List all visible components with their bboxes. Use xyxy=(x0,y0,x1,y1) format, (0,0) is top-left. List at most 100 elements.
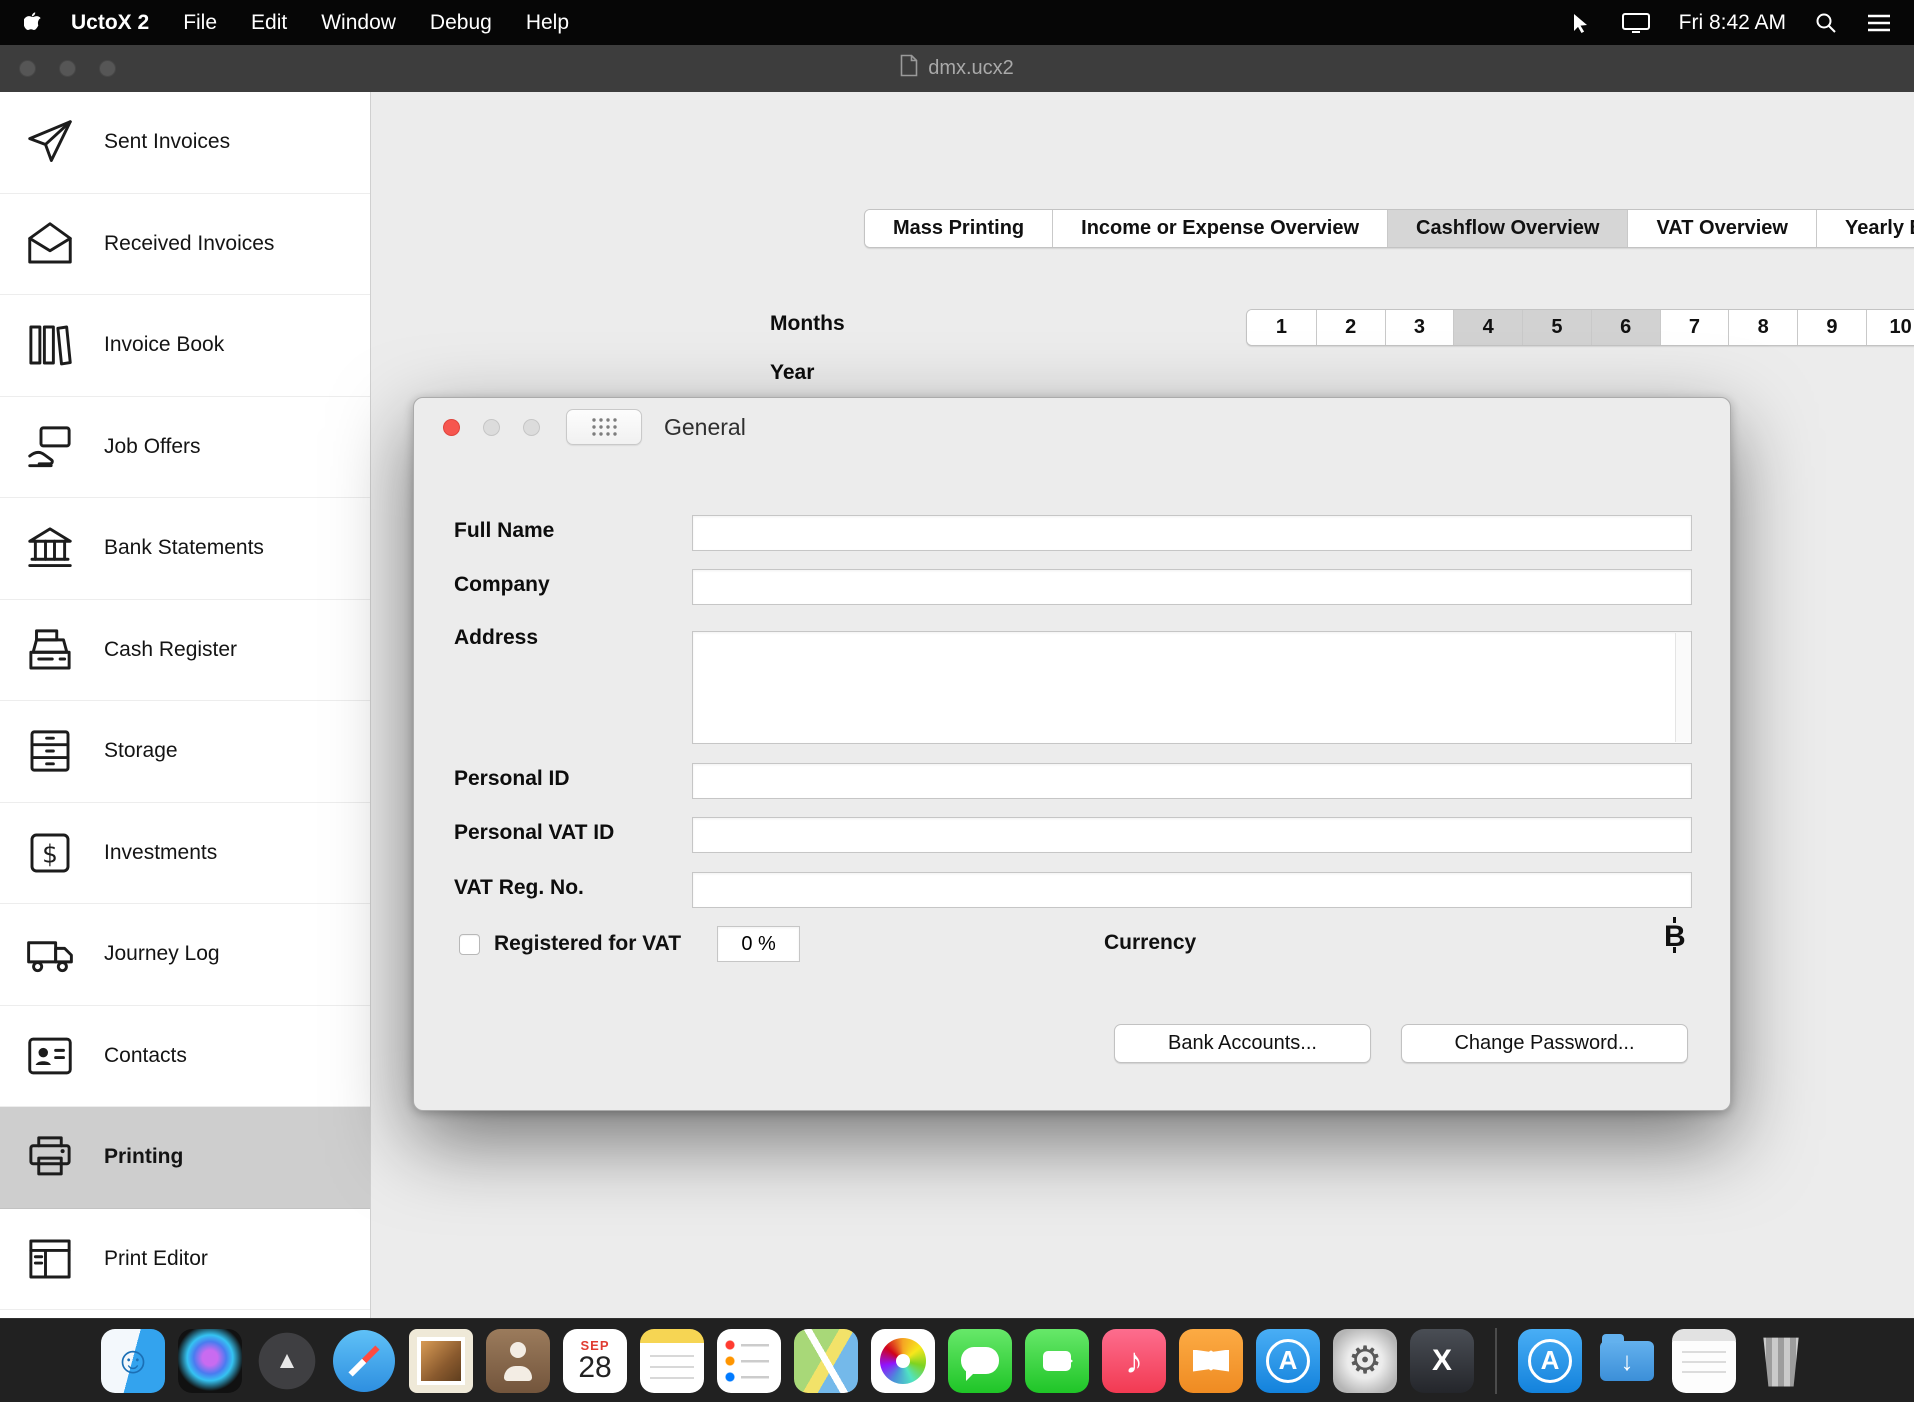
personal-id-input[interactable] xyxy=(692,763,1692,799)
xcode-icon[interactable]: X xyxy=(1410,1329,1474,1393)
downloads-folder-icon[interactable]: ↓ xyxy=(1595,1329,1659,1393)
currency-label: Currency xyxy=(1104,931,1196,955)
sidebar-item-invoice-book[interactable]: Invoice Book xyxy=(0,295,370,397)
bank-accounts-button[interactable]: Bank Accounts... xyxy=(1114,1024,1371,1063)
month-button-1[interactable]: 1 xyxy=(1247,310,1316,345)
company-input[interactable] xyxy=(692,569,1692,605)
spotlight-search-icon[interactable] xyxy=(1814,11,1838,35)
safari-icon[interactable] xyxy=(332,1329,396,1393)
books-icon xyxy=(22,317,78,373)
notes-icon[interactable] xyxy=(640,1329,704,1393)
drawers-icon xyxy=(22,723,78,779)
calendar-icon[interactable]: SEP 28 xyxy=(563,1329,627,1393)
sidebar-item-investments[interactable]: $ Investments xyxy=(0,803,370,905)
minimized-window-icon[interactable] xyxy=(1672,1329,1736,1393)
printer-icon xyxy=(22,1129,78,1185)
cash-register-icon xyxy=(22,622,78,678)
grid-toolbar-icon[interactable] xyxy=(566,409,642,445)
sidebar-item-label: Contacts xyxy=(104,1044,187,1068)
month-button-6[interactable]: 6 xyxy=(1591,310,1660,345)
personal-vat-id-input[interactable] xyxy=(692,817,1692,853)
month-button-7[interactable]: 7 xyxy=(1660,310,1729,345)
sidebar-item-journey-log[interactable]: Journey Log xyxy=(0,904,370,1006)
sidebar: Sent Invoices Received Invoices Invoice … xyxy=(0,92,371,1318)
vat-percent-input[interactable] xyxy=(717,926,800,962)
tab-cashflow-overview[interactable]: Cashflow Overview xyxy=(1387,210,1627,247)
tab-vat-overview[interactable]: VAT Overview xyxy=(1627,210,1816,247)
launchpad-icon[interactable]: ▲ xyxy=(255,1329,319,1393)
view-tabs: Mass Printing Income or Expense Overview… xyxy=(864,209,1914,248)
scrollbar[interactable] xyxy=(1675,633,1690,742)
menubar: UctoX 2 File Edit Window Debug Help Fri … xyxy=(0,0,1914,45)
menu-file[interactable]: File xyxy=(166,11,234,35)
company-label: Company xyxy=(454,573,550,597)
full-name-label: Full Name xyxy=(454,519,554,543)
vat-reg-no-input[interactable] xyxy=(692,872,1692,908)
app-store-icon[interactable]: A xyxy=(1256,1329,1320,1393)
menu-window[interactable]: Window xyxy=(304,11,413,35)
display-icon[interactable] xyxy=(1621,11,1651,35)
hand-card-icon xyxy=(22,419,78,475)
menubar-clock[interactable]: Fri 8:42 AM xyxy=(1679,11,1786,35)
month-button-5[interactable]: 5 xyxy=(1522,310,1591,345)
full-name-input[interactable] xyxy=(692,515,1692,551)
change-password-button[interactable]: Change Password... xyxy=(1401,1024,1688,1063)
dialog-title: General xyxy=(664,398,746,456)
sidebar-item-bank-statements[interactable]: Bank Statements xyxy=(0,498,370,600)
sidebar-item-storage[interactable]: Storage xyxy=(0,701,370,803)
tab-mass-printing[interactable]: Mass Printing xyxy=(865,210,1052,247)
sidebar-item-printing[interactable]: Printing xyxy=(0,1107,370,1209)
messages-icon[interactable] xyxy=(948,1329,1012,1393)
sidebar-item-received-invoices[interactable]: Received Invoices xyxy=(0,194,370,296)
month-button-2[interactable]: 2 xyxy=(1316,310,1385,345)
address-label: Address xyxy=(454,626,538,650)
trash-icon[interactable] xyxy=(1749,1329,1813,1393)
finder-icon[interactable]: ☺ xyxy=(101,1329,165,1393)
maps-icon[interactable] xyxy=(794,1329,858,1393)
facetime-icon[interactable] xyxy=(1025,1329,1089,1393)
tab-income-or-expense-overview[interactable]: Income or Expense Overview xyxy=(1052,210,1387,247)
menu-edit[interactable]: Edit xyxy=(234,11,304,35)
sidebar-item-label: Storage xyxy=(104,739,178,763)
general-settings-dialog: General Full Name Company Address Person… xyxy=(413,397,1731,1111)
reminders-icon[interactable] xyxy=(717,1329,781,1393)
tab-yearly-balancing[interactable]: Yearly Balancing xyxy=(1816,210,1914,247)
sidebar-item-label: Received Invoices xyxy=(104,232,274,256)
sidebar-item-cash-register[interactable]: Cash Register xyxy=(0,600,370,702)
music-icon[interactable]: ♪ xyxy=(1102,1329,1166,1393)
bitcoin-currency-icon[interactable]: B xyxy=(1664,920,1686,954)
photos-icon[interactable] xyxy=(871,1329,935,1393)
months-segmented-control: 1 2 3 4 5 6 7 8 9 10 11 12 xyxy=(1246,309,1914,346)
sidebar-item-contacts[interactable]: Contacts xyxy=(0,1006,370,1108)
registered-for-vat-checkbox[interactable] xyxy=(459,934,480,955)
sidebar-item-sent-invoices[interactable]: Sent Invoices xyxy=(0,92,370,194)
contacts-book-icon[interactable] xyxy=(486,1329,550,1393)
system-preferences-icon[interactable]: ⚙ xyxy=(1333,1329,1397,1393)
menu-debug[interactable]: Debug xyxy=(413,11,509,35)
bank-icon xyxy=(22,520,78,576)
menubar-app-name[interactable]: UctoX 2 xyxy=(54,11,166,35)
sidebar-item-print-editor[interactable]: Print Editor xyxy=(0,1209,370,1311)
month-button-3[interactable]: 3 xyxy=(1385,310,1454,345)
dialog-close-button[interactable] xyxy=(443,419,460,436)
sidebar-item-label: Invoice Book xyxy=(104,333,224,357)
mail-stamp-icon[interactable] xyxy=(409,1329,473,1393)
siri-icon[interactable] xyxy=(178,1329,242,1393)
month-button-8[interactable]: 8 xyxy=(1728,310,1797,345)
notification-list-icon[interactable] xyxy=(1866,11,1892,35)
cursor-tool-icon[interactable] xyxy=(1569,11,1593,35)
window-titlebar[interactable]: dmx.ucx2 xyxy=(0,45,1914,92)
apple-logo-icon[interactable] xyxy=(14,11,54,35)
sidebar-item-job-offers[interactable]: Job Offers xyxy=(0,397,370,499)
month-button-4[interactable]: 4 xyxy=(1453,310,1522,345)
books-icon[interactable] xyxy=(1179,1329,1243,1393)
month-button-9[interactable]: 9 xyxy=(1797,310,1866,345)
sidebar-item-label: Print Editor xyxy=(104,1247,208,1271)
menu-help[interactable]: Help xyxy=(509,11,586,35)
app-store-alt-icon[interactable]: A xyxy=(1518,1329,1582,1393)
month-button-10[interactable]: 10 xyxy=(1866,310,1914,345)
calendar-day: 28 xyxy=(578,1353,611,1383)
window-document-title: dmx.ucx2 xyxy=(928,57,1014,80)
address-textarea[interactable] xyxy=(693,632,1691,743)
contact-card-icon xyxy=(22,1028,78,1084)
